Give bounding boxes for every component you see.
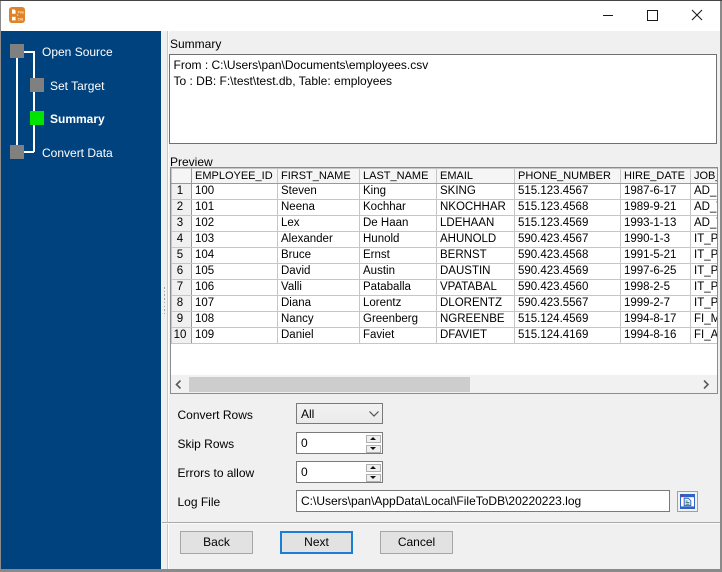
svg-text:File: File [18, 9, 25, 14]
svg-text:DB: DB [18, 17, 24, 22]
